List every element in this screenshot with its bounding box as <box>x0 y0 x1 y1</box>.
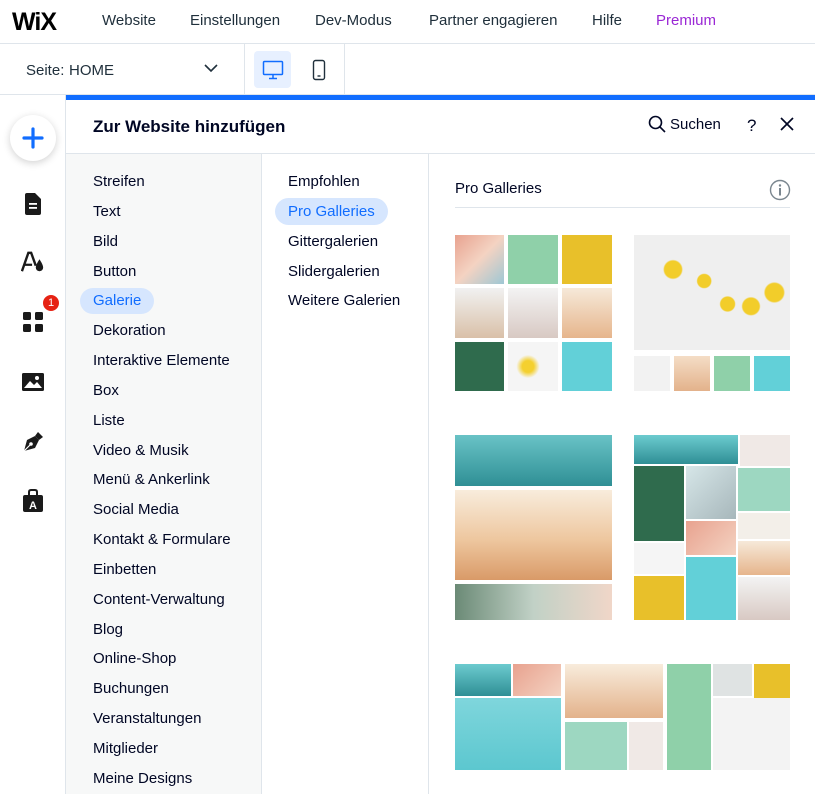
category-item-bild[interactable]: Bild <box>80 229 131 255</box>
mobile-view-button[interactable] <box>300 51 337 88</box>
subcategory-item-weitere-galerien[interactable]: Weitere Galerien <box>275 287 413 314</box>
portfolio-button[interactable]: A <box>21 489 45 513</box>
close-icon[interactable] <box>780 117 794 131</box>
wix-logo[interactable]: WiX <box>12 8 57 37</box>
section-divider <box>455 207 790 208</box>
page-selector[interactable]: Seite: HOME <box>0 44 245 95</box>
desktop-icon <box>262 60 283 79</box>
category-item-kontakt-formulare[interactable]: Kontakt & Formulare <box>80 527 244 553</box>
category-item-meine-designs[interactable]: Meine Designs <box>80 766 205 792</box>
media-button[interactable] <box>21 370 45 394</box>
theme-button[interactable] <box>21 250 45 274</box>
top-navigation: WiX Website Einstellungen Dev-Modus Part… <box>0 0 815 44</box>
section-title: Pro Galleries <box>455 180 542 197</box>
mobile-icon <box>312 59 325 80</box>
pen-button[interactable] <box>21 430 45 454</box>
pages-button[interactable] <box>21 192 45 216</box>
chevron-down-icon <box>204 64 218 73</box>
gallery-preset-thumbnail[interactable] <box>455 664 790 770</box>
category-item-interaktive-elemente[interactable]: Interaktive Elemente <box>80 348 243 374</box>
pen-icon <box>23 432 43 452</box>
nav-hilfe[interactable]: Hilfe <box>592 12 622 29</box>
page-selector-label: Seite: <box>26 62 65 79</box>
desktop-view-button[interactable] <box>254 51 291 88</box>
svg-text:A: A <box>29 500 37 512</box>
subcategory-item-slidergalerien[interactable]: Slidergalerien <box>275 258 393 285</box>
category-list: Streifen Text Bild Button Galerie Dekora… <box>66 154 262 794</box>
category-item-social-media[interactable]: Social Media <box>80 497 192 523</box>
category-item-veranstaltungen[interactable]: Veranstaltungen <box>80 706 214 732</box>
theme-icon <box>21 251 44 272</box>
info-icon[interactable] <box>769 179 791 201</box>
category-item-mitglieder[interactable]: Mitglieder <box>80 736 171 762</box>
category-item-video-musik[interactable]: Video & Musik <box>80 438 202 464</box>
category-item-blog[interactable]: Blog <box>80 617 136 643</box>
subcategory-item-gittergalerien[interactable]: Gittergalerien <box>275 228 391 255</box>
gallery-presets-area: Pro Galleries <box>429 154 815 794</box>
nav-website[interactable]: Website <box>102 12 156 29</box>
subcategory-item-empfohlen[interactable]: Empfohlen <box>275 168 373 195</box>
page-selector-value: HOME <box>69 62 114 79</box>
gallery-preset-thumbnail[interactable] <box>455 235 612 391</box>
category-item-button[interactable]: Button <box>80 259 149 285</box>
category-item-box[interactable]: Box <box>80 378 132 404</box>
pages-icon <box>25 193 41 215</box>
category-item-einbetten[interactable]: Einbetten <box>80 557 169 583</box>
category-item-galerie[interactable]: Galerie <box>80 288 155 314</box>
panel-header: Zur Website hinzufügen Suchen ? <box>66 100 815 154</box>
editor-toolbar: Seite: HOME <box>0 44 815 95</box>
category-item-buchungen[interactable]: Buchungen <box>80 676 182 702</box>
add-elements-button[interactable] <box>10 115 56 161</box>
category-item-content-verwaltung[interactable]: Content-Verwaltung <box>80 587 238 613</box>
portfolio-icon: A <box>23 489 43 512</box>
apps-notification-badge: 1 <box>42 294 60 312</box>
search-icon <box>648 115 666 133</box>
gallery-preset-thumbnail[interactable] <box>634 235 790 391</box>
category-item-online-shop[interactable]: Online-Shop <box>80 646 189 672</box>
search-button[interactable]: Suchen <box>648 115 721 133</box>
category-item-liste[interactable]: Liste <box>80 408 138 434</box>
help-button[interactable]: ? <box>747 116 756 136</box>
device-switcher <box>245 44 345 95</box>
nav-einstellungen[interactable]: Einstellungen <box>190 12 280 29</box>
nav-premium[interactable]: Premium <box>656 12 716 29</box>
nav-partner-engagieren[interactable]: Partner engagieren <box>429 12 557 29</box>
gallery-preset-thumbnail[interactable] <box>455 435 612 620</box>
gallery-preset-thumbnail[interactable] <box>634 435 790 620</box>
apps-button[interactable] <box>21 310 45 334</box>
subcategory-item-pro-galleries[interactable]: Pro Galleries <box>275 198 388 225</box>
category-item-dekoration[interactable]: Dekoration <box>80 318 179 344</box>
panel-title: Zur Website hinzufügen <box>93 117 286 136</box>
media-icon <box>22 373 44 391</box>
category-item-streifen[interactable]: Streifen <box>80 169 158 195</box>
apps-icon <box>23 312 43 332</box>
search-label: Suchen <box>670 115 721 133</box>
add-icon <box>22 127 44 149</box>
nav-dev-modus[interactable]: Dev-Modus <box>315 12 392 29</box>
subcategory-list: Empfohlen Pro Galleries Gittergalerien S… <box>262 154 429 794</box>
category-item-menu-ankerlink[interactable]: Menü & Ankerlink <box>80 467 223 493</box>
category-item-text[interactable]: Text <box>80 199 134 225</box>
tool-rail: 1 A <box>0 95 66 794</box>
